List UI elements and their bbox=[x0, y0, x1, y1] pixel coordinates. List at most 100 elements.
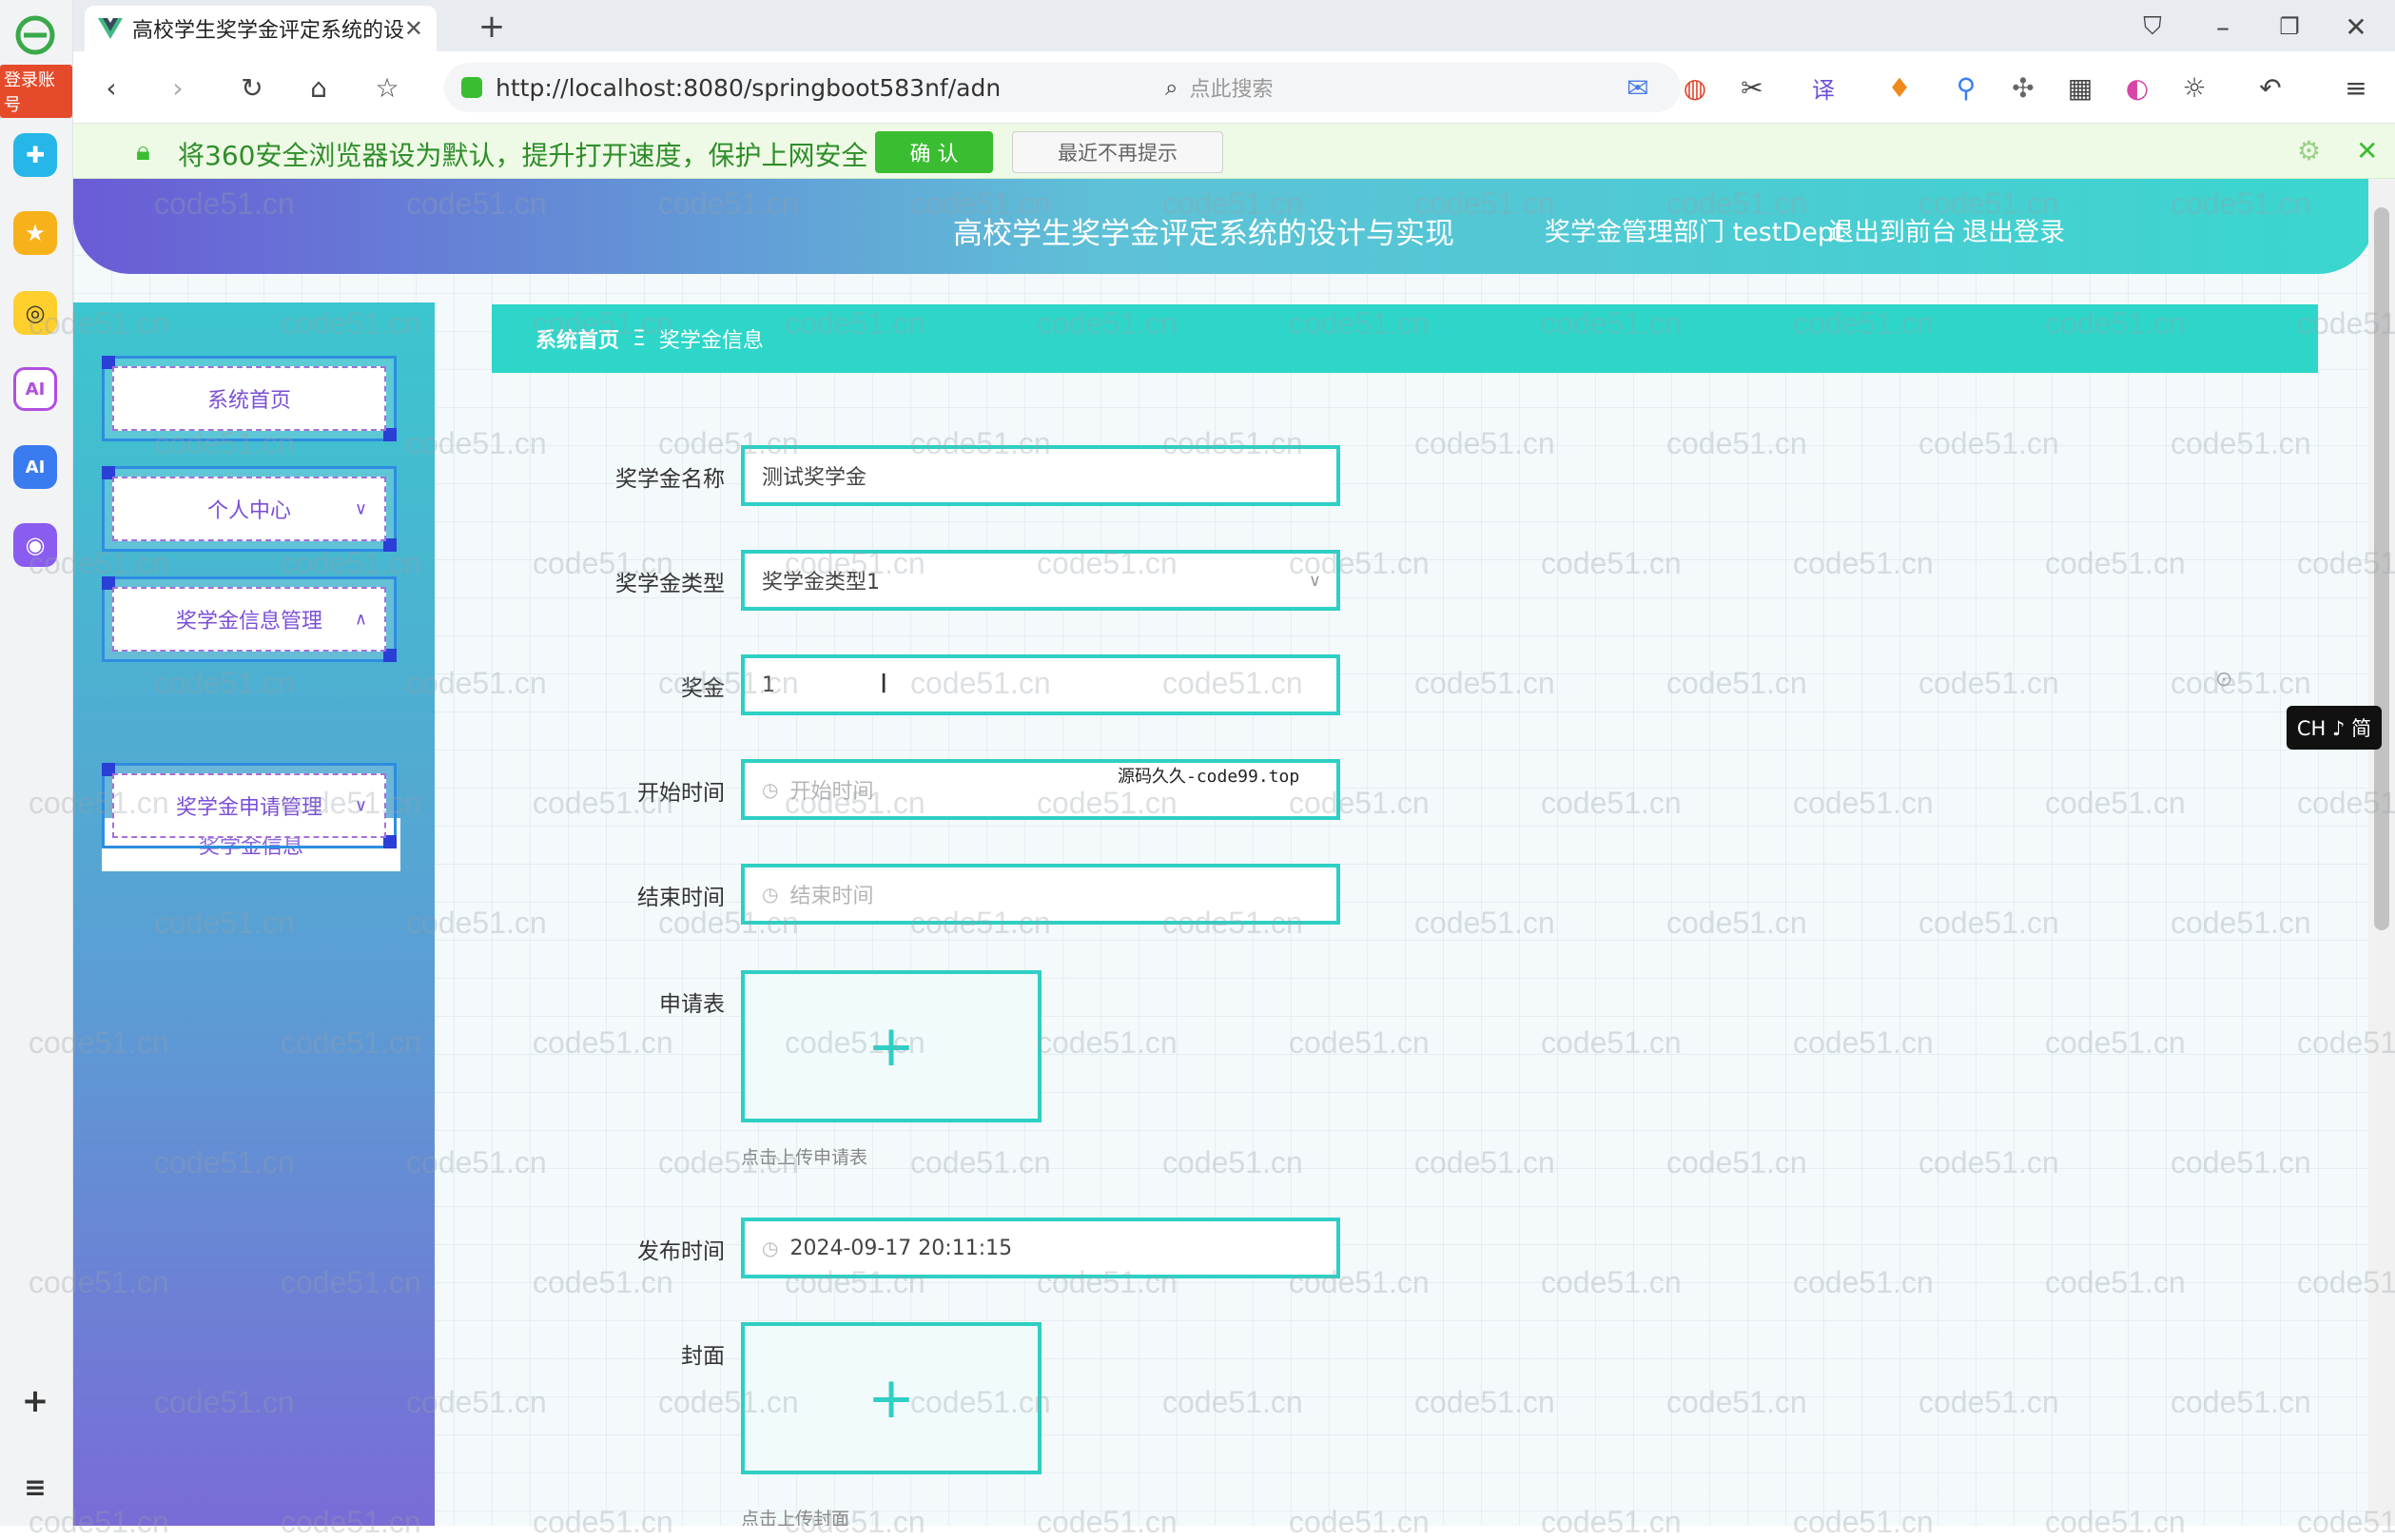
color-ring-icon[interactable]: ◐ bbox=[2118, 68, 2156, 107]
clock-icon: ◷ bbox=[762, 883, 779, 906]
sidebar-item-label: 个人中心 bbox=[206, 499, 291, 523]
ai-assistant-icon[interactable]: AI bbox=[13, 445, 57, 489]
publish-time-value: 2024-09-17 20:11:15 bbox=[789, 1236, 1013, 1260]
sidebar-item-label: 奖学金申请管理 bbox=[175, 796, 322, 820]
settings-gear-icon[interactable]: ⚙ bbox=[2297, 135, 2321, 166]
search-icon: ⌕ bbox=[1165, 74, 1178, 101]
name-input[interactable]: 测试奖学金 bbox=[741, 445, 1340, 506]
undo-icon[interactable]: ↶ bbox=[2251, 68, 2289, 107]
dismiss-button[interactable]: 最近不再提示 bbox=[1012, 131, 1223, 173]
name-value: 测试奖学金 bbox=[762, 466, 867, 490]
new-tab-icon[interactable]: + bbox=[473, 8, 511, 46]
app-header: 高校学生奖学金评定系统的设计与实现 奖学金管理部门 testDept 退出到前台… bbox=[73, 179, 2375, 274]
publish-time-label: 发布时间 bbox=[637, 1239, 725, 1264]
application-upload-hint: 点击上传申请表 bbox=[741, 1147, 868, 1168]
scissors-icon[interactable]: ✂ bbox=[1733, 68, 1771, 107]
amount-value: 1 bbox=[762, 673, 775, 697]
text-cursor-icon: Ι bbox=[880, 668, 888, 699]
sidebar-item-home[interactable]: 系统首页 bbox=[102, 356, 397, 441]
browser-side-panel: 登录账号 ✚ ★ ◎ AI AI ◉ + ≡ bbox=[0, 0, 73, 1526]
cover-upload-hint: 点击上传封面 bbox=[741, 1509, 850, 1526]
breadcrumb-separator: Ξ bbox=[633, 326, 646, 351]
breadcrumb-home[interactable]: 系统首页 bbox=[535, 323, 619, 354]
cover-label: 封面 bbox=[681, 1344, 725, 1369]
back-icon[interactable]: ‹ bbox=[92, 68, 130, 107]
close-notification-icon[interactable]: ✕ bbox=[2356, 135, 2378, 166]
address-toolbar: ‹ › ↻ ⌂ ☆ http://localhost:8080/springbo… bbox=[73, 51, 2395, 124]
tab-active[interactable]: 高校学生奖学金评定系统的设计 ✕ bbox=[85, 6, 437, 51]
search-placeholder: 点此搜索 bbox=[1189, 78, 1274, 102]
search-field[interactable]: ⌕ 点此搜索 bbox=[1148, 63, 1681, 112]
wallet-icon[interactable]: ♦ bbox=[1880, 68, 1918, 107]
publish-time-picker[interactable]: ◷ 2024-09-17 20:11:15 bbox=[741, 1218, 1340, 1278]
plus-icon: + bbox=[866, 1013, 916, 1080]
menu-icon[interactable]: ≡ bbox=[2337, 68, 2375, 107]
restore-icon[interactable]: ❐ bbox=[2270, 8, 2308, 46]
chevron-down-icon: ∨ bbox=[354, 795, 367, 816]
page-title: 高校学生奖学金评定系统的设计与实现 bbox=[953, 217, 1454, 251]
sidebar-item-label: 奖学金信息管理 bbox=[175, 610, 322, 634]
minimize-icon[interactable]: – bbox=[2204, 8, 2242, 46]
lock-icon: 🔒︎ bbox=[136, 135, 150, 166]
amount-input[interactable]: 1 Ι bbox=[741, 654, 1340, 715]
ai-icon[interactable]: AI bbox=[13, 367, 57, 411]
close-tab-icon[interactable]: ✕ bbox=[404, 15, 423, 42]
url-text: http://localhost:8080/springboot583nf/ad… bbox=[496, 73, 1002, 102]
url-field[interactable]: http://localhost:8080/springboot583nf/ad… bbox=[444, 63, 1196, 112]
ime-indicator[interactable]: CH ♪ 简 bbox=[2287, 706, 2382, 750]
application-upload[interactable]: + bbox=[741, 970, 1042, 1122]
type-value: 奖学金类型1 bbox=[762, 571, 880, 595]
login-badge[interactable]: 登录账号 bbox=[0, 65, 72, 118]
robot-icon[interactable]: ◎ bbox=[13, 291, 57, 335]
start-time-label: 开始时间 bbox=[637, 781, 725, 806]
app-viewport: 高校学生奖学金评定系统的设计与实现 奖学金管理部门 testDept 退出到前台… bbox=[73, 179, 2395, 1526]
browser-logo-icon[interactable] bbox=[13, 13, 57, 57]
bookmark-star-icon[interactable]: ☆ bbox=[368, 68, 406, 107]
type-select[interactable]: 奖学金类型1 ∨ bbox=[741, 550, 1340, 611]
overlay-watermark-text: 源码久久-code99.top bbox=[1118, 767, 1300, 787]
logout-link[interactable]: 退出登录 bbox=[1962, 211, 2065, 248]
breadcrumb-current: 奖学金信息 bbox=[658, 329, 764, 353]
tab-title: 高校学生奖学金评定系统的设计 bbox=[132, 19, 404, 43]
sidebar-item-scholarship-info-mgmt[interactable]: 奖学金信息管理 ∧ bbox=[102, 576, 397, 662]
scrollbar-thumb[interactable] bbox=[2374, 207, 2389, 930]
amount-label: 奖金 bbox=[681, 676, 725, 701]
home-icon[interactable]: ⌂ bbox=[300, 68, 338, 107]
sidebar-item-profile[interactable]: 个人中心 ∨ bbox=[102, 466, 397, 552]
cover-upload[interactable]: + bbox=[741, 1322, 1042, 1474]
confirm-button[interactable]: 确 认 bbox=[875, 131, 993, 173]
plus-icon: + bbox=[866, 1365, 916, 1432]
list-icon[interactable]: ≡ bbox=[13, 1465, 57, 1509]
front-link[interactable]: 退出到前台 bbox=[1828, 211, 1957, 248]
favorites-star-icon[interactable]: ★ bbox=[13, 211, 57, 255]
brightness-icon[interactable]: ☼ bbox=[2175, 68, 2213, 107]
chevron-down-icon: ∨ bbox=[354, 498, 367, 519]
weibo-icon[interactable]: ◍ bbox=[1676, 68, 1714, 107]
start-time-placeholder: 开始时间 bbox=[789, 780, 874, 804]
chat-bot-icon[interactable]: ◉ bbox=[13, 523, 57, 567]
extensions-icon[interactable]: ✣ bbox=[2004, 68, 2042, 107]
shirt-icon[interactable]: ⛉ bbox=[2133, 8, 2171, 46]
close-window-icon[interactable]: ✕ bbox=[2337, 8, 2375, 46]
sidebar-item-application-mgmt[interactable]: 奖学金申请管理 ∨ bbox=[102, 763, 397, 848]
forward-icon[interactable]: › bbox=[159, 68, 197, 107]
translate-icon[interactable]: 译 bbox=[1804, 68, 1842, 107]
clock-icon: ◷ bbox=[762, 1237, 779, 1259]
end-time-placeholder: 结束时间 bbox=[789, 885, 874, 908]
tab-bar: 高校学生奖学金评定系统的设计 ✕ + ⛉ – ❐ ✕ bbox=[73, 0, 2395, 51]
magnifier-icon[interactable]: ⚲ bbox=[1947, 68, 1985, 107]
plugin-icon[interactable]: ✚ bbox=[13, 133, 57, 177]
mail-icon[interactable]: ✉ bbox=[1619, 68, 1657, 107]
add-icon[interactable]: + bbox=[13, 1379, 57, 1423]
end-time-label: 结束时间 bbox=[637, 886, 725, 910]
grid-icon[interactable]: ▦ bbox=[2061, 68, 2099, 107]
reload-icon[interactable]: ↻ bbox=[233, 68, 271, 107]
sidebar-item-label: 系统首页 bbox=[206, 389, 291, 413]
sidebar: 系统首页 个人中心 ∨ 奖学金信息管理 ∧ 奖学金信息 奖学金申请管理 ∨ bbox=[73, 302, 435, 1526]
notification-bar: 🔒︎ 将360安全浏览器设为默认，提升打开速度，保护上网安全 确 认 最近不再提… bbox=[73, 124, 2395, 179]
help-circle-icon: ⊙ bbox=[2215, 668, 2233, 692]
end-time-picker[interactable]: ◷ 结束时间 bbox=[741, 864, 1340, 925]
page-scrollbar[interactable] bbox=[2368, 179, 2395, 1526]
chevron-up-icon: ∧ bbox=[354, 609, 367, 630]
name-label: 奖学金名称 bbox=[615, 467, 725, 492]
